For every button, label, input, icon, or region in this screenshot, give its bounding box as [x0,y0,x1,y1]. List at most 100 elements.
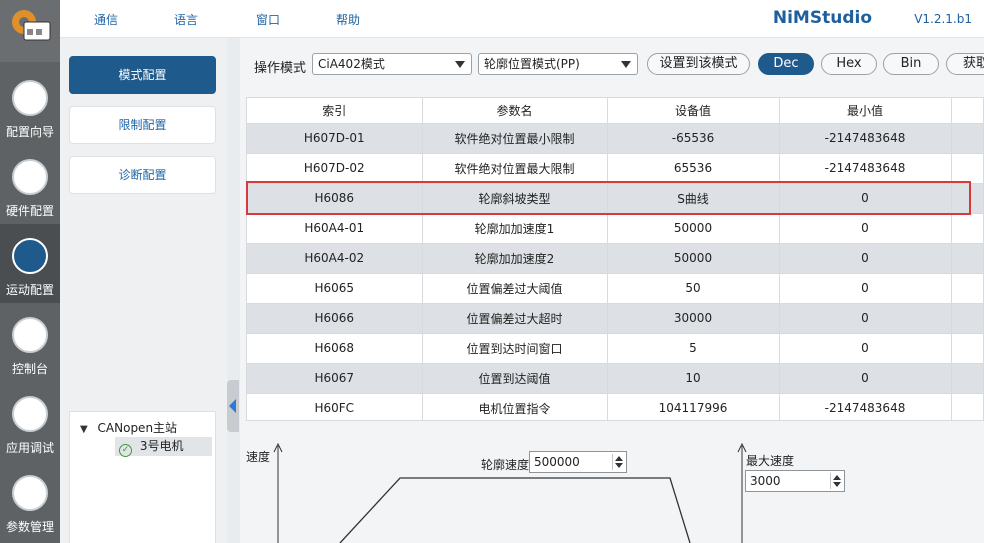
cell-device-value[interactable]: S曲线 [607,183,780,214]
tree-root[interactable]: ▼ CANopen主站 [80,419,177,436]
rail-label: 硬件配置 [5,204,54,218]
cell-name: 轮廓斜坡类型 [422,183,608,214]
cell-name: 位置到达阈值 [422,363,608,394]
cell-device-value[interactable]: 104117996 [607,393,780,420]
fetch-button[interactable]: 获取 [946,53,984,75]
cell-device-value[interactable]: -65536 [607,123,780,154]
cell-device-value[interactable]: 10 [607,363,780,394]
col-header-index[interactable]: 索引 [247,98,423,124]
cell-extra [951,363,983,394]
collapse-arrow-icon [229,399,236,413]
rail-item-console[interactable]: 控制台 [0,303,60,382]
table-row[interactable]: H607D-02 软件绝对位置最大限制 65536 -2147483648 [247,153,983,184]
mode-select[interactable]: CiA402模式 [312,53,472,75]
dec-button[interactable]: Dec [758,53,814,75]
cell-index: H607D-02 [247,153,423,184]
mode-select-value: CiA402模式 [318,57,385,71]
cell-extra [951,153,983,184]
device-tree: ▼ CANopen主站 ✓ 3号电机 [69,411,216,543]
rail-item-wizard[interactable]: 配置向导 [0,66,60,145]
expand-triangle-icon[interactable]: ▼ [80,424,88,435]
rail-item-motion[interactable]: 运动配置 [0,224,60,303]
menu-window[interactable]: 窗口 [256,11,280,28]
debug-icon [12,396,48,432]
tree-child-label: 3号电机 [139,439,184,453]
cell-index: H6067 [247,363,423,394]
table-row[interactable]: H6065 位置偏差过大阈值 50 0 [247,273,983,304]
cell-index: H6086 [247,183,423,214]
app-logo-icon [12,10,51,41]
rail-item-debug[interactable]: 应用调试 [0,382,60,461]
subnav-diag-config[interactable]: 诊断配置 [69,156,216,194]
max-speed-value: 3000 [750,474,781,488]
cell-device-value[interactable]: 5 [607,333,780,364]
sub-nav: 模式配置 限制配置 诊断配置 ▼ CANopen主站 ✓ 3号电机 [60,38,227,543]
wizard-icon [12,80,48,116]
table-row[interactable]: H6066 位置偏差过大超时 30000 0 [247,303,983,334]
spinner-icon[interactable] [612,454,624,470]
max-speed-input[interactable]: 3000 [745,470,845,492]
profile-speed-value: 500000 [534,455,580,469]
rail-item-hardware[interactable]: 硬件配置 [0,145,60,224]
col-header-device-value[interactable]: 设备值 [607,98,780,124]
cell-extra [951,213,983,244]
cell-name: 轮廓加加速度2 [422,243,608,274]
profile-speed-label: 轮廓速度 [481,458,530,472]
cell-min: 0 [779,333,952,364]
menu-help[interactable]: 帮助 [336,11,360,28]
speed-axis-label: 速度 [246,450,271,464]
menu-comm[interactable]: 通信 [94,11,118,28]
max-speed-label: 最大速度 [746,454,795,468]
spinner-icon[interactable] [830,473,842,489]
col-header-min-value[interactable]: 最小值 [779,98,952,124]
submode-select[interactable]: 轮廓位置模式(PP) [478,53,638,75]
cell-extra [951,303,983,334]
menu-language[interactable]: 语言 [174,11,198,28]
submode-select-value: 轮廓位置模式(PP) [484,57,580,71]
col-header-extra [951,98,983,124]
toolbar: 操作模式 CiA402模式 轮廓位置模式(PP) 设置到该模式 Dec Hex … [240,38,984,90]
rail-label: 参数管理 [5,520,54,534]
table-row[interactable]: H60A4-01 轮廓加加速度1 50000 0 [247,213,983,244]
console-icon [12,317,48,353]
table-row[interactable]: H60FC 电机位置指令 104117996 -2147483648 [247,393,983,420]
collapse-panel-button[interactable] [227,380,239,432]
param-table: 索引 参数名 设备值 最小值 H607D-01 软件绝对位置最小限制 -65536-… [246,97,984,421]
table-row[interactable]: H607D-01 软件绝对位置最小限制 -65536 -2147483648 [247,123,983,154]
table-row[interactable]: H6067 位置到达阈值 10 0 [247,363,983,394]
tree-child-motor[interactable]: ✓ 3号电机 [115,437,212,457]
cell-device-value[interactable]: 50000 [607,243,780,274]
cell-name: 软件绝对位置最大限制 [422,153,608,184]
cell-device-value[interactable]: 50000 [607,213,780,244]
col-header-name[interactable]: 参数名 [422,98,608,124]
cell-name: 轮廓加加速度1 [422,213,608,244]
subnav-mode-config[interactable]: 模式配置 [69,56,216,94]
cell-min: -2147483648 [779,153,952,184]
chevron-down-icon [621,61,631,68]
cell-index: H6066 [247,303,423,334]
cell-device-value[interactable]: 65536 [607,153,780,184]
motion-profile-diagram: 速度 轮廓速度 500000 最大速度 3000 [240,428,984,543]
cell-min: 0 [779,273,952,304]
brand-name: NiMStudio [772,8,872,28]
table-row[interactable]: H60A4-02 轮廓加加速度2 50000 0 [247,243,983,274]
profile-speed-input[interactable]: 500000 [529,451,627,473]
app-logo [0,0,60,62]
bin-button[interactable]: Bin [883,53,939,75]
cell-device-value[interactable]: 50 [607,273,780,304]
check-circle-icon: ✓ [119,444,132,457]
table-row[interactable]: H6068 位置到达时间窗口 5 0 [247,333,983,364]
cell-device-value[interactable]: 30000 [607,303,780,334]
rail-item-params[interactable]: 参数管理 [0,461,60,540]
hardware-icon [12,159,48,195]
rail-label: 运动配置 [5,283,54,297]
rail-label: 配置向导 [5,125,54,139]
hex-button[interactable]: Hex [821,53,877,75]
table-row[interactable]: H6086 轮廓斜坡类型 S曲线 0 [247,183,983,214]
cell-extra [951,333,983,364]
subnav-limit-config[interactable]: 限制配置 [69,106,216,144]
profile-curve [273,442,747,543]
version-label: V1.2.1.b1 [914,12,972,26]
cell-min: -2147483648 [779,123,952,154]
set-mode-button[interactable]: 设置到该模式 [647,53,750,75]
